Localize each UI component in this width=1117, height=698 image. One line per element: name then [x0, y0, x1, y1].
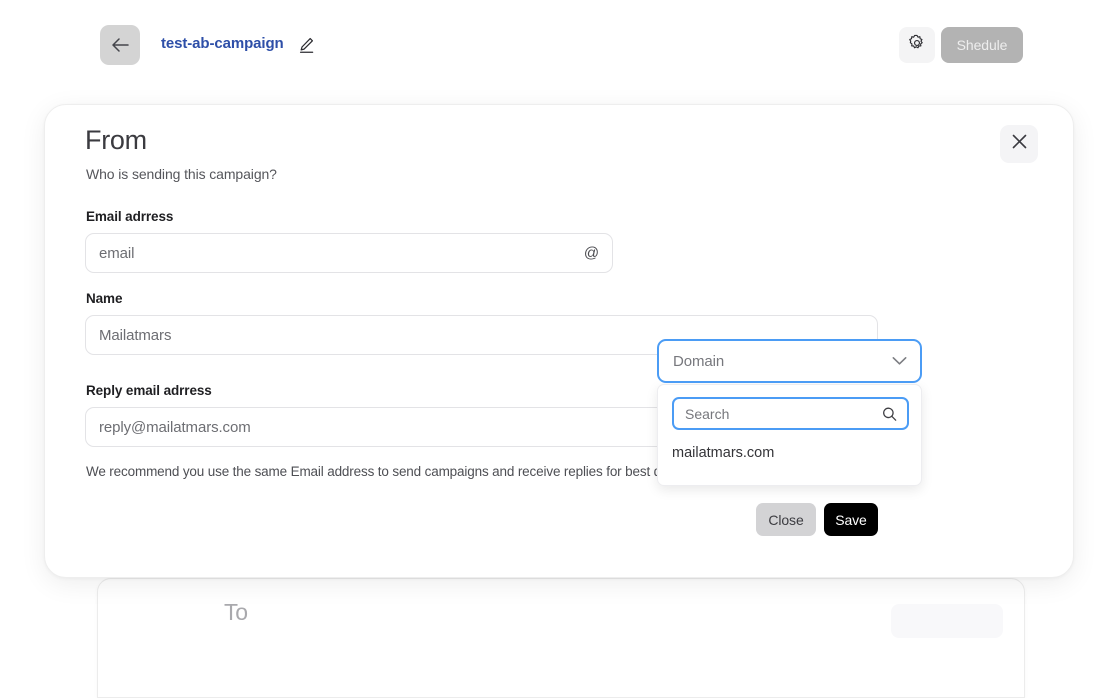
pencil-icon[interactable] — [296, 34, 318, 56]
gear-icon — [908, 34, 926, 57]
close-icon — [1012, 134, 1027, 154]
from-modal: From Who is sending this campaign? Email… — [44, 104, 1074, 578]
top-bar: test-ab-campaign Shedule — [0, 0, 1117, 90]
chevron-down-icon — [892, 357, 907, 366]
save-button[interactable]: Save — [824, 503, 878, 536]
background-action-button[interactable] — [891, 604, 1003, 638]
deliverability-helper-text: We recommend you use the same Email addr… — [86, 464, 729, 479]
email-address-input[interactable]: email @ — [85, 233, 613, 273]
domain-dropdown-panel: Search mailatmars.com — [657, 384, 922, 486]
search-icon — [882, 406, 897, 421]
close-modal-button[interactable] — [1000, 125, 1038, 163]
close-button[interactable]: Close — [756, 503, 816, 536]
reply-email-address-label: Reply email adrress — [86, 383, 212, 398]
domain-search-input[interactable]: Search — [672, 397, 909, 430]
schedule-button[interactable]: Shedule — [941, 27, 1023, 63]
reply-email-placeholder: reply@mailatmars.com — [99, 418, 251, 436]
arrow-left-icon — [111, 37, 130, 53]
campaign-name-link[interactable]: test-ab-campaign — [161, 35, 284, 52]
domain-search-placeholder: Search — [685, 405, 730, 422]
background-section-title: To — [224, 599, 248, 625]
modal-subtitle: Who is sending this campaign? — [86, 166, 277, 182]
email-address-placeholder: email — [99, 244, 135, 262]
name-label: Name — [86, 291, 123, 306]
at-symbol-icon: @ — [583, 244, 599, 262]
domain-select-value: Domain — [673, 352, 725, 370]
email-address-label: Email adrress — [86, 209, 174, 224]
domain-select[interactable]: Domain — [657, 339, 922, 383]
modal-title: From — [85, 125, 147, 155]
background-page-card: To — [97, 578, 1025, 698]
domain-option-item[interactable]: mailatmars.com — [672, 441, 774, 465]
back-button[interactable] — [100, 25, 140, 65]
settings-button[interactable] — [899, 27, 935, 63]
name-placeholder: Mailatmars — [99, 326, 172, 344]
